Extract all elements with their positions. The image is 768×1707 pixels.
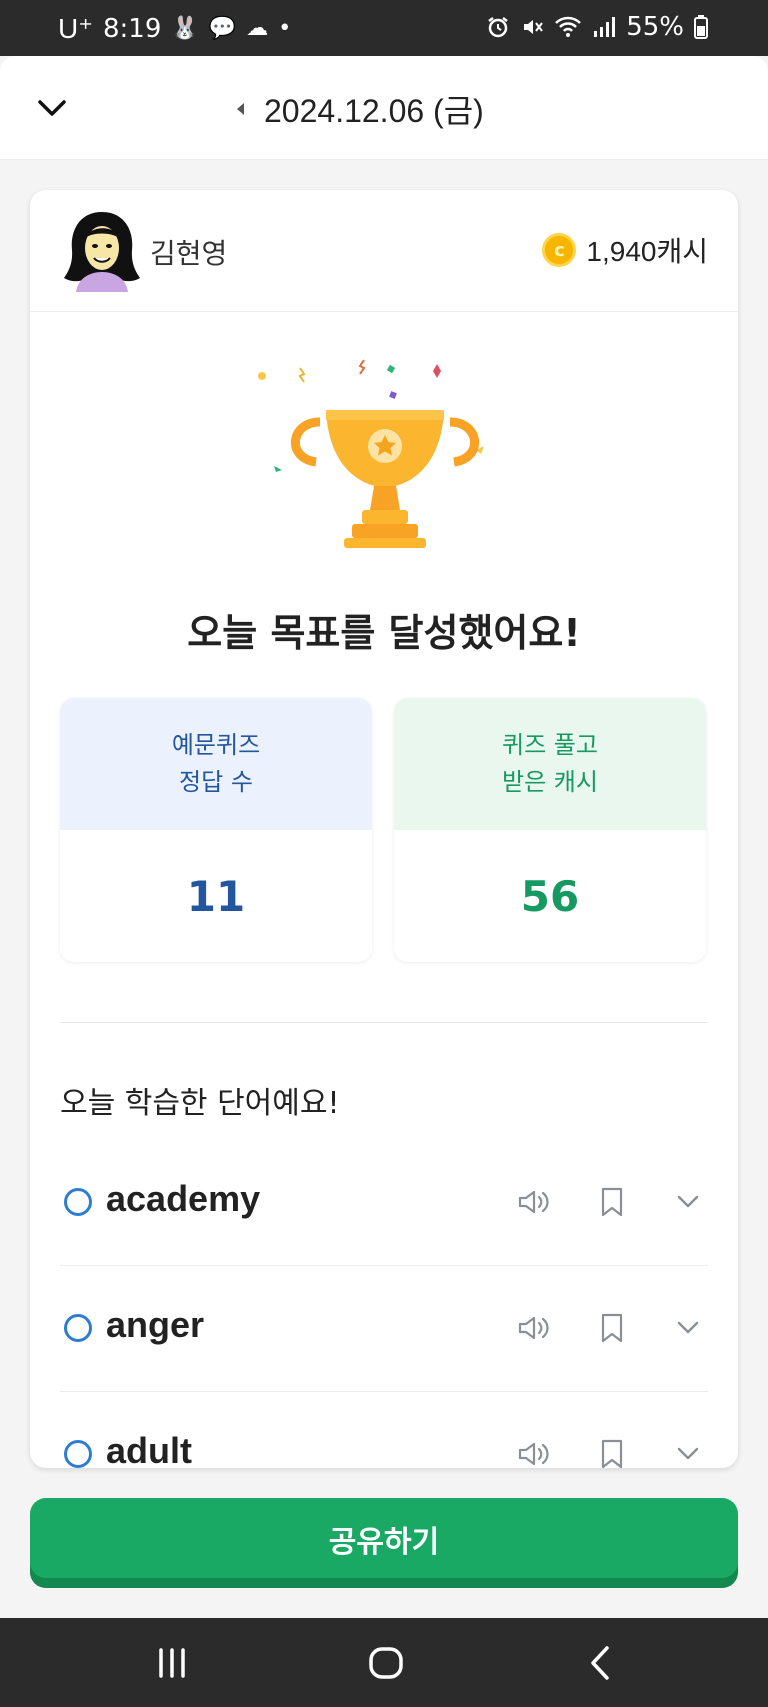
battery-charging-icon [694,15,708,39]
profile-row: 김현영 c 1,940캐시 [30,190,738,312]
cash-amount: 1,940캐시 [586,236,708,267]
word-row[interactable]: adult [60,1392,708,1468]
recent-apps-button[interactable] [142,1638,202,1688]
more-notifications-dot-icon: • [278,15,292,41]
section-divider [60,1022,708,1023]
word-text: academy [106,1178,261,1219]
cash-earned-value: 56 [394,830,706,962]
username: 김현영 [150,237,228,270]
status-bar-right: 55% [486,12,708,42]
cash-earned-label: 퀴즈 풀고 받은 캐시 [394,698,706,830]
rabbit-notification-icon: 🐰 [171,15,199,41]
bookmark-button[interactable] [594,1436,630,1468]
clock: 8:19 [103,13,162,44]
system-navigation-bar [0,1618,768,1707]
date-selector: 2024.12.06 (금) [232,86,484,132]
bookmark-button[interactable] [594,1184,630,1220]
word-row[interactable]: anger [60,1266,708,1392]
back-icon [591,1646,609,1680]
avatar [64,212,140,292]
date-label: 2024.12.06 (금) [264,93,484,129]
expand-word-button[interactable] [670,1184,706,1220]
daily-summary-card: 김현영 c 1,940캐시 오늘 목표를 달성했어요! 예문퀴즈 정답 수 11… [30,190,738,1468]
bookmark-icon [601,1187,623,1217]
bookmark-icon [601,1439,623,1468]
correct-circle-icon [64,1314,92,1342]
trophy-cup [291,410,479,548]
speaker-icon [518,1442,549,1466]
wifi-icon [555,16,582,37]
word-row[interactable]: academy [60,1140,708,1266]
status-bar: U⁺ 8:19 🐰 💬 ☁ • 55% [0,0,768,56]
triangle-left-icon [237,103,244,115]
quiz-correct-label: 예문퀴즈 정답 수 [60,698,372,830]
chat-notification-icon: 💬 [208,15,237,41]
trophy-illustration [258,359,484,548]
goal-achieved-title: 오늘 목표를 달성했어요! [187,611,581,655]
previous-date-button[interactable] [232,99,248,119]
speaker-button[interactable] [516,1184,552,1220]
cash-earned-stat: 퀴즈 풀고 받은 캐시 56 [394,698,706,962]
signal-icon [594,17,616,37]
cash-balance: c 1,940캐시 [542,230,708,270]
app-notification-icon: ☁ [246,15,269,41]
collapse-button[interactable] [32,90,72,126]
bookmark-button[interactable] [594,1310,630,1346]
recent-apps-icon [159,1648,185,1678]
share-button[interactable]: 공유하기 [30,1498,738,1588]
speaker-icon [518,1316,549,1340]
expand-word-button[interactable] [670,1310,706,1346]
coin-icon: c [542,233,577,267]
expand-word-button[interactable] [670,1436,706,1468]
quiz-correct-stat: 예문퀴즈 정답 수 11 [60,698,372,962]
back-button[interactable] [570,1638,630,1688]
chevron-down-icon [677,1195,699,1208]
word-text: anger [106,1304,205,1345]
word-text: adult [106,1430,192,1468]
quiz-correct-value: 11 [60,830,372,962]
speaker-button[interactable] [516,1436,552,1468]
carrier-label: U⁺ [58,13,93,44]
mute-icon [524,20,544,34]
bookmark-icon [601,1313,623,1343]
battery-percent: 55% [626,12,684,42]
chevron-down-icon [677,1447,699,1460]
chevron-down-icon [677,1321,699,1334]
speaker-button[interactable] [516,1310,552,1346]
home-button[interactable] [356,1638,416,1688]
learned-words-title: 오늘 학습한 단어예요! [60,1086,340,1121]
home-icon [369,1647,403,1679]
chevron-down-icon [38,100,66,116]
status-bar-left: U⁺ 8:19 🐰 💬 ☁ • [58,12,291,45]
page-header: 2024.12.06 (금) [0,56,768,160]
share-button-label: 공유하기 [328,1525,440,1560]
alarm-icon [488,17,508,38]
correct-circle-icon [64,1188,92,1216]
correct-circle-icon [64,1440,92,1468]
speaker-icon [518,1190,549,1214]
